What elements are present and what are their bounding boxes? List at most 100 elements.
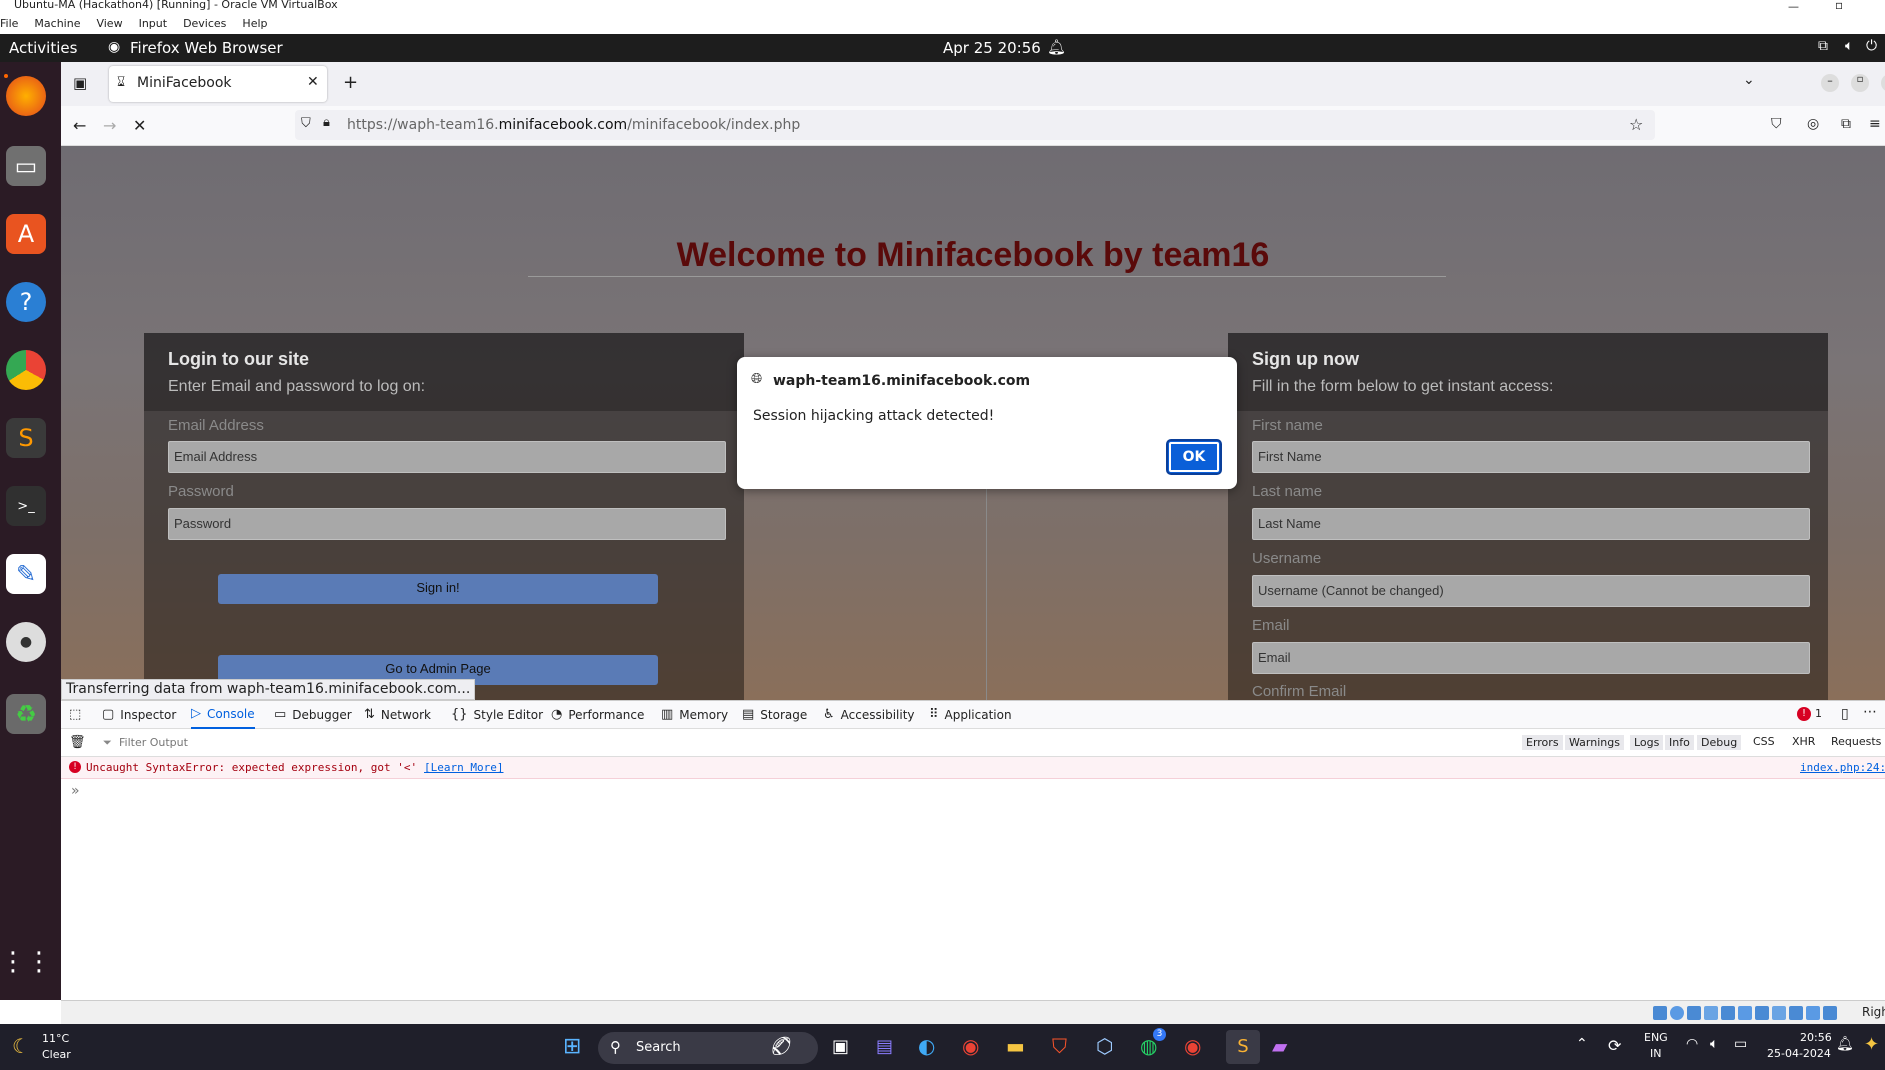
signup-email-field[interactable]: Email [1252, 642, 1810, 674]
chrome-taskbar-icon[interactable]: ◉ [962, 1034, 979, 1058]
files-icon[interactable]: ▭ [6, 146, 46, 186]
taskbar-date[interactable]: 25-04-2024 [1767, 1047, 1831, 1060]
restore-icon[interactable]: ▫ [1835, 0, 1843, 12]
vbox-menu-view[interactable]: View [96, 17, 122, 30]
keyboard-icon[interactable] [1823, 1006, 1837, 1020]
windows-start-icon[interactable]: ⊞ [563, 1034, 581, 1059]
taskbar-time[interactable]: 20:56 [1800, 1031, 1832, 1044]
tab-network[interactable]: ⇅ Network [364, 701, 431, 729]
username-field[interactable]: Username (Cannot be changed) [1252, 575, 1810, 607]
chrome-icon[interactable] [6, 350, 46, 390]
brave-icon[interactable]: ⛉ [1052, 1034, 1067, 1058]
audio-icon[interactable] [1687, 1006, 1701, 1020]
optical-icon[interactable] [1670, 1006, 1684, 1020]
wifi-icon[interactable]: ◠ [1686, 1036, 1698, 1052]
shared-folder-icon[interactable] [1738, 1006, 1752, 1020]
recording-icon[interactable] [1772, 1006, 1786, 1020]
window-maximize-icon[interactable]: ▫ [1851, 74, 1869, 92]
filter-xhr[interactable]: XHR [1792, 735, 1815, 748]
trash-icon[interactable]: 🗑︎ [69, 735, 86, 750]
account-icon[interactable]: ◎ [1807, 116, 1819, 132]
clock[interactable]: Apr 25 20:56 [943, 39, 1041, 57]
tab-accessibility[interactable]: ♿︎ Accessibility [823, 701, 915, 729]
task-view-icon[interactable]: ▣ [832, 1036, 849, 1057]
show-apps-icon[interactable]: ⋮⋮ [0, 942, 52, 982]
virtualbox-icon[interactable]: ⬡ [1096, 1034, 1113, 1058]
tab-inspector[interactable]: ▢ Inspector [102, 701, 176, 729]
tab-style-editor[interactable]: {} Style Editor [451, 701, 543, 729]
filter-debug[interactable]: Debug [1697, 735, 1742, 750]
tab-console[interactable]: ▷ Console [191, 701, 255, 729]
element-picker-icon[interactable]: ⬚ [69, 707, 81, 722]
signin-button[interactable]: Sign in! [218, 574, 658, 604]
disc-icon[interactable]: ● [6, 622, 46, 662]
hdd-icon[interactable] [1653, 1006, 1667, 1020]
vbox-menu-help[interactable]: Help [242, 17, 267, 30]
filter-css[interactable]: CSS [1753, 735, 1775, 748]
text-editor-icon[interactable]: ✎ [6, 554, 46, 594]
temperature[interactable]: 11°C [42, 1032, 69, 1045]
shield-icon[interactable]: ⛉ [301, 116, 311, 131]
new-tab-icon[interactable]: + [343, 72, 358, 93]
login-email-field[interactable]: Email Address [168, 441, 726, 473]
learn-more-link[interactable]: [Learn More] [424, 761, 503, 774]
window-close-icon[interactable]: ✕ [1881, 74, 1885, 92]
dialog-ok-button[interactable]: OK [1166, 439, 1222, 475]
firefox-view-icon[interactable]: ▣ [73, 74, 87, 92]
display-icon[interactable] [1755, 1006, 1769, 1020]
tab-application[interactable]: ⠿ Application [929, 701, 1012, 729]
vbox-menu-devices[interactable]: Devices [183, 17, 226, 30]
language-bottom[interactable]: IN [1650, 1047, 1661, 1060]
first-name-field[interactable]: First Name [1252, 441, 1810, 473]
filter-warnings[interactable]: Warnings [1565, 735, 1624, 750]
sublime-icon[interactable]: S [6, 418, 46, 458]
speaker-icon[interactable]: 🔈︎ [1710, 1036, 1718, 1052]
error-source-link[interactable]: index.php:24: [1800, 761, 1885, 774]
bookmark-star-icon[interactable]: ☆ [1629, 115, 1643, 134]
lock-icon[interactable]: 🔒︎ [323, 115, 330, 130]
back-icon[interactable]: ← [73, 116, 86, 135]
stop-icon[interactable]: ✕ [133, 116, 146, 135]
tray-expand-icon[interactable]: ⌃ [1576, 1036, 1588, 1052]
console-prompt-icon[interactable]: » [71, 783, 80, 799]
edge-icon[interactable]: ◐ [918, 1034, 935, 1058]
tab-performance[interactable]: ◔ Performance [551, 701, 644, 729]
tab-list-chevron-icon[interactable]: ⌄ [1743, 72, 1755, 88]
more-options-icon[interactable]: ⋯ [1863, 704, 1877, 720]
sublime-taskbar-icon[interactable]: S [1226, 1030, 1260, 1064]
vbox-menu-input[interactable]: Input [139, 17, 167, 30]
pocket-icon[interactable]: ⛉ [1771, 116, 1782, 132]
vbox-menu-machine[interactable]: Machine [34, 17, 80, 30]
tab-storage[interactable]: ▤ Storage [742, 701, 807, 729]
window-minimize-icon[interactable]: – [1821, 74, 1839, 92]
sync-icon[interactable]: ⟳ [1608, 1036, 1621, 1055]
vbox-menu-file[interactable]: File [0, 17, 18, 30]
error-badge-icon[interactable]: ! [1797, 707, 1811, 721]
filter-output-input[interactable]: Filter Output [119, 736, 188, 749]
login-password-field[interactable]: Password [168, 508, 726, 540]
filter-logs[interactable]: Logs [1630, 735, 1664, 750]
filter-errors[interactable]: Errors [1522, 735, 1563, 750]
app-menu[interactable]: Firefox Web Browser [130, 39, 283, 57]
extensions-icon[interactable]: ⧉ [1841, 116, 1851, 132]
volume-icon[interactable]: 🔈︎ [1845, 38, 1853, 54]
url-bar[interactable]: ⛉ 🔒︎ https://waph-team16.minifacebook.co… [295, 110, 1655, 140]
filter-requests[interactable]: Requests [1831, 735, 1881, 748]
file-explorer-icon[interactable]: ▬ [1006, 1034, 1025, 1058]
filter-info[interactable]: Info [1665, 735, 1694, 750]
close-tab-icon[interactable]: ✕ [307, 74, 319, 90]
clipchamp-icon[interactable]: ▰ [1272, 1034, 1287, 1058]
terminal-icon[interactable]: >_ [6, 486, 46, 526]
usb-icon[interactable] [1721, 1006, 1735, 1020]
mouse-integration-icon[interactable] [1806, 1006, 1820, 1020]
app-center-icon[interactable]: A [6, 214, 46, 254]
copilot-icon[interactable]: ✦ [1864, 1034, 1879, 1055]
teams-icon[interactable]: ▤ [876, 1036, 893, 1057]
moon-weather-icon[interactable]: ☾ [12, 1034, 30, 1058]
network-adapter-icon[interactable] [1704, 1006, 1718, 1020]
power-icon[interactable]: ⏻ [1866, 38, 1877, 54]
network-icon[interactable]: ⧉ [1818, 38, 1828, 54]
forward-icon[interactable]: → [103, 116, 116, 135]
language-top[interactable]: ENG [1644, 1031, 1668, 1044]
dock-side-icon[interactable]: ▯ [1841, 706, 1849, 722]
